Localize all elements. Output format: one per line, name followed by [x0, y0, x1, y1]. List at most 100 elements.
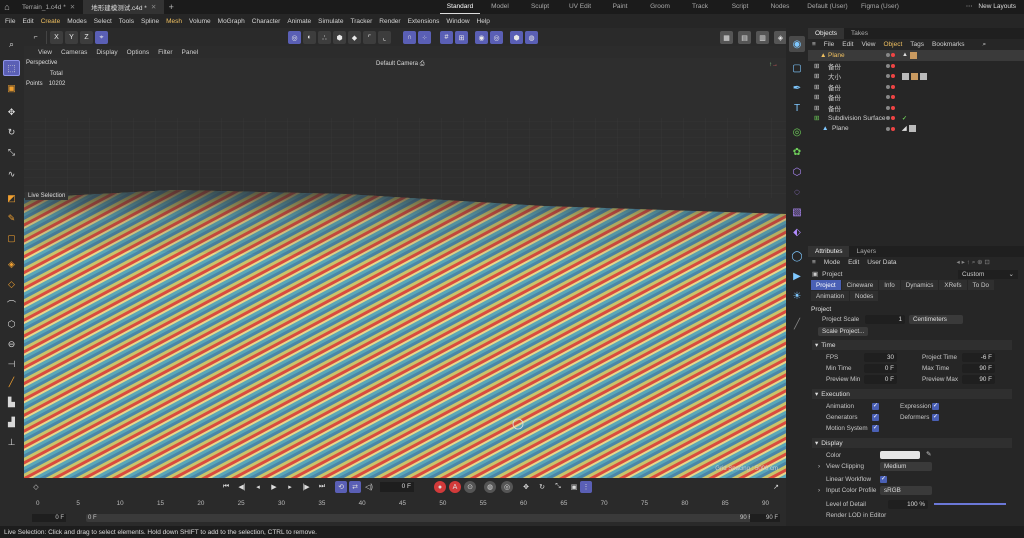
search-icon[interactable]: ⌕ — [983, 41, 987, 49]
go-to-start-icon[interactable]: ⏮ — [220, 481, 232, 493]
search-icon[interactable]: ⌕ — [3, 36, 20, 52]
previous-key-icon[interactable]: ◀| — [236, 481, 248, 493]
objects-menu-edit[interactable]: Edit — [842, 41, 853, 48]
coordinate-system-icon[interactable]: ⌖ — [95, 31, 108, 44]
position-key-icon[interactable]: ✥ — [520, 481, 532, 493]
visibility-dots[interactable] — [886, 74, 895, 79]
menu-spline[interactable]: Spline — [141, 18, 159, 25]
level-of-detail-slider[interactable] — [934, 503, 1006, 505]
attributes-menu-user-data[interactable]: User Data — [867, 259, 896, 266]
current-frame-field[interactable]: 0 F — [380, 482, 414, 492]
section-execution[interactable]: ▾ Execution — [812, 389, 1012, 399]
menu-tools[interactable]: Tools — [119, 18, 134, 25]
section-time[interactable]: ▾ Time — [812, 340, 1012, 350]
layout-tab[interactable]: Figma (User) — [855, 0, 905, 14]
menu-mesh[interactable]: Mesh — [166, 18, 182, 25]
cloner-icon[interactable]: ✿ — [789, 144, 805, 160]
layout-tab[interactable]: Standard — [440, 0, 480, 14]
color-swatch[interactable] — [880, 451, 920, 459]
rotation-key-icon[interactable]: ↻ — [536, 481, 548, 493]
view-clipping-dropdown[interactable]: Medium — [880, 462, 932, 471]
linear-workflow-checkbox[interactable]: ✓ — [880, 476, 887, 483]
brush-icon[interactable]: ╱ — [3, 374, 20, 390]
viewport-3d[interactable]: Perspective Total Points 10202 Default C… — [24, 58, 786, 478]
key-mode-icon[interactable]: ⊙ — [464, 481, 476, 493]
layout-tab[interactable]: Groom — [640, 0, 680, 14]
visibility-dots[interactable] — [886, 95, 895, 100]
keyframe-diamond-icon[interactable]: ◇ — [30, 481, 42, 493]
menu-icon[interactable]: ≡ — [812, 259, 816, 266]
menu-extensions[interactable]: Extensions — [408, 18, 440, 25]
add-tab-icon[interactable]: + — [164, 2, 178, 12]
axis-x-button[interactable]: X — [50, 31, 63, 44]
menu-volume[interactable]: Volume — [189, 18, 211, 25]
key-settings-icon[interactable]: ◎ — [501, 481, 513, 493]
range-start-field[interactable]: 0 F — [32, 514, 66, 522]
fps-field[interactable]: 30 — [864, 353, 897, 362]
tab-info[interactable]: Info — [879, 280, 900, 290]
bend-icon[interactable]: ◌ — [789, 184, 805, 200]
record-icon[interactable]: ● — [434, 481, 446, 493]
scale-unit-dropdown[interactable]: Centimeters — [909, 315, 963, 324]
visibility-dots[interactable] — [886, 53, 895, 58]
tab-xrefs[interactable]: XRefs — [939, 280, 967, 290]
eyedropper-icon[interactable]: ✎ — [926, 451, 931, 458]
texture-mode-icon[interactable]: ◐ — [303, 31, 316, 44]
point-level-icon[interactable]: ⋮ — [580, 481, 592, 493]
grid-icon[interactable]: ⊞ — [455, 31, 468, 44]
polygon-pen-icon[interactable]: ✎ — [3, 210, 20, 226]
sound-icon[interactable]: ◁) — [363, 481, 375, 493]
next-frame-icon[interactable]: ▸ — [284, 481, 296, 493]
rotate-icon[interactable]: ↻ — [3, 124, 20, 140]
go-to-end-icon[interactable]: ⏭ — [316, 481, 328, 493]
objects-menu-view[interactable]: View — [861, 41, 875, 48]
preset-dropdown[interactable]: Custom ⌄ — [958, 269, 1018, 279]
text-icon[interactable]: T — [789, 100, 805, 116]
render-settings-icon[interactable]: ⬢ — [510, 31, 523, 44]
menu-icon[interactable]: ≡ — [812, 41, 816, 48]
deformer-icon[interactable]: ⬡ — [789, 164, 805, 180]
viewport-menu-display[interactable]: Display — [96, 49, 117, 56]
render-view-icon[interactable]: ◉ — [475, 31, 488, 44]
range-end-field[interactable]: 90 F — [750, 514, 780, 522]
axis-y-button[interactable]: Y — [65, 31, 78, 44]
layout-tab[interactable]: UV Edit — [560, 0, 600, 14]
visibility-dots[interactable] — [886, 63, 895, 68]
graph-icon[interactable]: ↗ — [770, 481, 782, 493]
scale-key-icon[interactable]: ⤡ — [552, 481, 564, 493]
object-tags[interactable]: ✓ — [902, 115, 907, 122]
object-row[interactable]: ▲ Plane ▲ — [808, 50, 1024, 61]
camera-label[interactable]: Default Camera ⎙ — [376, 61, 425, 68]
layout-tab[interactable]: Sculpt — [520, 0, 560, 14]
mirror-icon[interactable]: ⊣ — [3, 356, 20, 372]
file-tab-terrain[interactable]: Terrain_1.c4d * ✕ — [14, 0, 83, 14]
light-icon[interactable]: ☀ — [789, 288, 805, 304]
file-tab-active[interactable]: 地形建模测试.c4d * ✕ — [83, 0, 165, 14]
visibility-dots[interactable] — [886, 126, 895, 131]
terrain-render[interactable] — [24, 58, 786, 478]
more-icon[interactable]: ⋯ — [966, 3, 973, 10]
expression-checkbox[interactable]: ✓ — [932, 403, 939, 410]
snap-settings-icon[interactable]: ⁘ — [418, 31, 431, 44]
key-selection-icon[interactable]: ◍ — [484, 481, 496, 493]
preview-max-field[interactable]: 90 F — [962, 375, 995, 384]
objects-menu-tags[interactable]: Tags — [910, 41, 924, 48]
cube-icon[interactable]: ▢ — [789, 60, 805, 76]
menu-modes[interactable]: Modes — [67, 18, 87, 25]
box-selection-icon[interactable]: ▣ — [3, 80, 20, 96]
object-row[interactable]: ▲ Plane ◢ — [808, 124, 1024, 135]
tab-attributes[interactable]: Attributes — [808, 246, 850, 257]
menu-help[interactable]: Help — [477, 18, 490, 25]
layout-tab[interactable]: Nodes — [760, 0, 800, 14]
level-of-detail-field[interactable]: 100 % — [888, 500, 928, 509]
tab-animation[interactable]: Animation — [811, 291, 850, 301]
scale-icon[interactable]: ⤡ — [3, 144, 20, 160]
menu-animate[interactable]: Animate — [287, 18, 311, 25]
object-row[interactable]: ⊞ 备份 — [808, 82, 1024, 93]
project-time-field[interactable]: -6 F — [962, 353, 995, 362]
scale-project-button[interactable]: Scale Project... — [818, 327, 869, 336]
object-row[interactable]: ⊞ 备份 — [808, 92, 1024, 103]
smooth-icon[interactable]: ∿ — [3, 166, 20, 182]
object-row[interactable]: ⊞ 备份 — [808, 61, 1024, 72]
knife-icon[interactable]: ◩ — [3, 190, 20, 206]
